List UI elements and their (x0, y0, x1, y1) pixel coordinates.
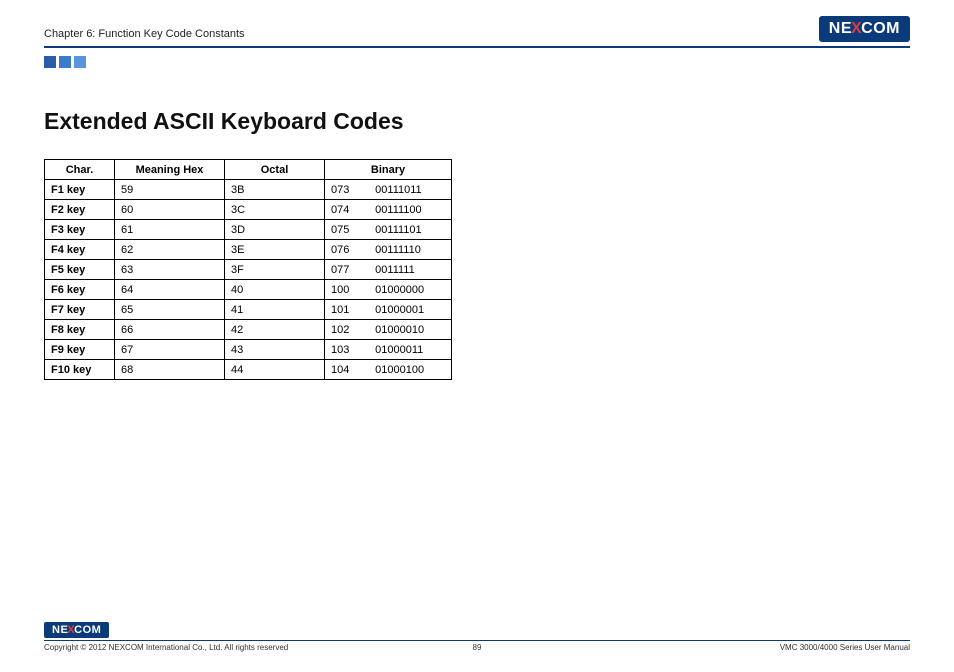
cell-hex: 68 (115, 360, 225, 380)
cell-char: F7 key (45, 300, 115, 320)
cell-octal2: 103 (325, 340, 366, 360)
square-icon (44, 56, 56, 68)
table-row: F8 key664210201000010 (45, 320, 452, 340)
cell-char: F10 key (45, 360, 115, 380)
cell-binary: 00111100 (365, 200, 451, 220)
cell-char: F8 key (45, 320, 115, 340)
cell-hex: 60 (115, 200, 225, 220)
cell-char: F3 key (45, 220, 115, 240)
cell-octal: 40 (225, 280, 325, 300)
table-row: F9 key674310301000011 (45, 340, 452, 360)
chapter-label: Chapter 6: Function Key Code Constants (44, 28, 245, 42)
table-row: F3 key613D07500111101 (45, 220, 452, 240)
square-icon (59, 56, 71, 68)
logo-text-post: COM (861, 20, 900, 38)
cell-hex: 65 (115, 300, 225, 320)
logo-text-pre: NE (52, 624, 68, 636)
cell-octal2: 074 (325, 200, 366, 220)
cell-hex: 67 (115, 340, 225, 360)
logo-text-pre: NE (829, 20, 852, 38)
cell-hex: 62 (115, 240, 225, 260)
table-row: F4 key623E07600111110 (45, 240, 452, 260)
col-char: Char. (45, 160, 115, 180)
cell-char: F1 key (45, 180, 115, 200)
cell-octal: 41 (225, 300, 325, 320)
table-row: F6 key644010001000000 (45, 280, 452, 300)
cell-binary: 0011111 (365, 260, 451, 280)
logo-text-post: COM (74, 624, 101, 636)
col-octal: Octal (225, 160, 325, 180)
table-row: F2 key603C07400111100 (45, 200, 452, 220)
footer-page-number: 89 (44, 643, 910, 652)
cell-binary: 00111110 (365, 240, 451, 260)
cell-octal2: 104 (325, 360, 366, 380)
cell-binary: 01000011 (365, 340, 451, 360)
col-hex: Meaning Hex (115, 160, 225, 180)
page-footer: NEXCOM Copyright © 2012 NEXCOM Internati… (44, 620, 910, 652)
cell-binary: 00111011 (365, 180, 451, 200)
cell-octal: 3C (225, 200, 325, 220)
cell-hex: 59 (115, 180, 225, 200)
cell-octal2: 102 (325, 320, 366, 340)
decorative-squares (44, 56, 910, 68)
cell-octal: 3E (225, 240, 325, 260)
codes-table: Char. Meaning Hex Octal Binary F1 key593… (44, 159, 452, 380)
cell-octal: 42 (225, 320, 325, 340)
cell-octal2: 075 (325, 220, 366, 240)
footer-rule (44, 640, 910, 641)
cell-char: F4 key (45, 240, 115, 260)
cell-char: F2 key (45, 200, 115, 220)
cell-octal: 3B (225, 180, 325, 200)
cell-octal: 43 (225, 340, 325, 360)
cell-binary: 01000001 (365, 300, 451, 320)
cell-octal: 3F (225, 260, 325, 280)
cell-hex: 66 (115, 320, 225, 340)
page-title: Extended ASCII Keyboard Codes (44, 108, 910, 135)
cell-hex: 64 (115, 280, 225, 300)
cell-octal: 44 (225, 360, 325, 380)
col-binary: Binary (325, 160, 452, 180)
table-row: F10 key684410401000100 (45, 360, 452, 380)
cell-binary: 01000000 (365, 280, 451, 300)
cell-octal2: 073 (325, 180, 366, 200)
brand-logo: NEXCOM (819, 16, 910, 42)
cell-hex: 63 (115, 260, 225, 280)
cell-char: F9 key (45, 340, 115, 360)
cell-char: F5 key (45, 260, 115, 280)
cell-octal2: 077 (325, 260, 366, 280)
table-header-row: Char. Meaning Hex Octal Binary (45, 160, 452, 180)
table-row: F1 key593B07300111011 (45, 180, 452, 200)
cell-binary: 01000100 (365, 360, 451, 380)
table-row: F5 key633F0770011111 (45, 260, 452, 280)
cell-octal2: 101 (325, 300, 366, 320)
footer-logo: NEXCOM (44, 622, 109, 638)
table-row: F7 key654110101000001 (45, 300, 452, 320)
cell-hex: 61 (115, 220, 225, 240)
header-rule (44, 46, 910, 48)
square-icon (74, 56, 86, 68)
cell-char: F6 key (45, 280, 115, 300)
cell-octal: 3D (225, 220, 325, 240)
cell-binary: 00111101 (365, 220, 451, 240)
cell-octal2: 076 (325, 240, 366, 260)
cell-binary: 01000010 (365, 320, 451, 340)
cell-octal2: 100 (325, 280, 366, 300)
